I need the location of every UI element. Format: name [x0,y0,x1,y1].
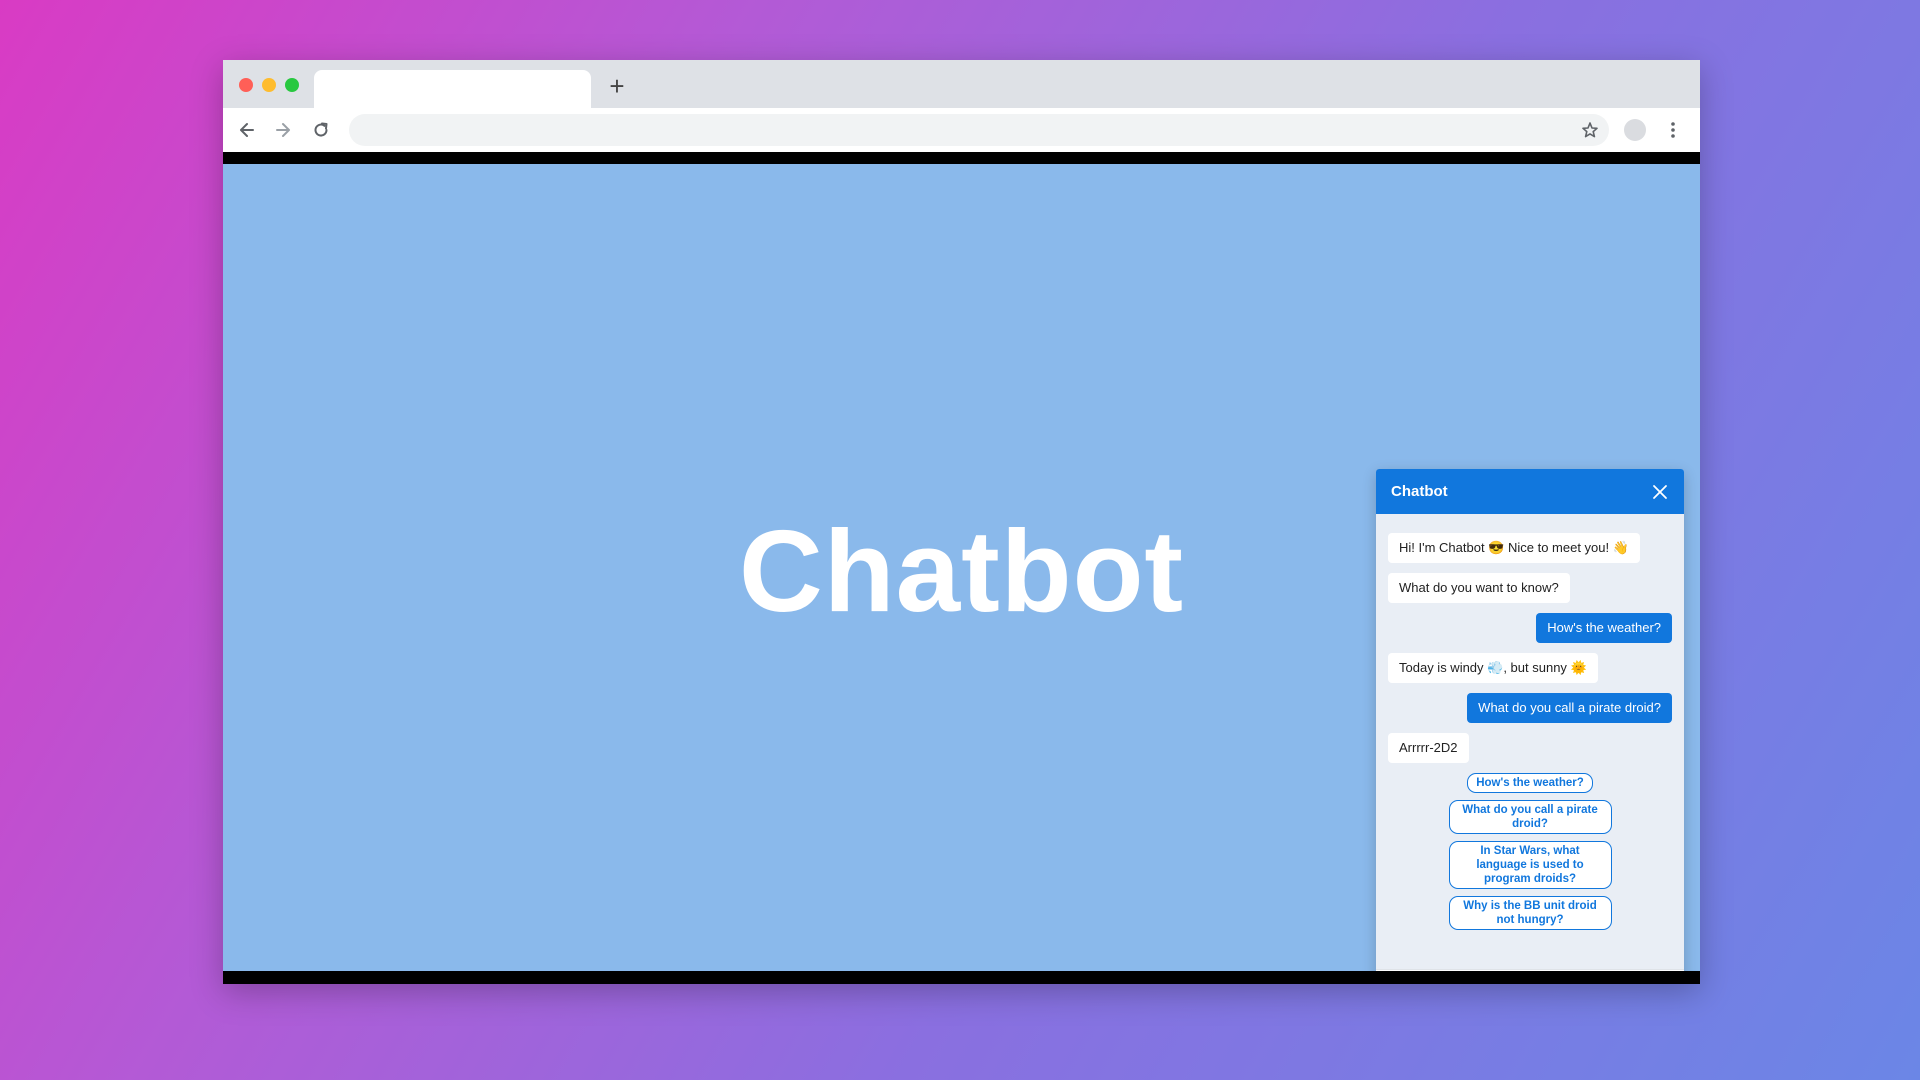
user-message: What do you call a pirate droid? [1467,693,1672,723]
close-window-button[interactable] [239,78,253,92]
new-tab-button[interactable]: + [603,72,631,100]
star-icon [1582,122,1598,138]
browser-toolbar [223,108,1700,152]
quick-reply-droid-language[interactable]: In Star Wars, what language is used to p… [1448,841,1612,889]
reload-button[interactable] [307,116,335,144]
active-tab[interactable] [314,70,591,108]
minimize-window-button[interactable] [262,78,276,92]
quick-reply-bb-unit[interactable]: Why is the BB unit droid not hungry? [1448,896,1612,930]
chatbot-widget: Chatbot Hi! I'm Chatbot 😎 Nice to meet y… [1376,469,1684,984]
bottom-black-bar [223,971,1700,984]
quick-reply-pirate-droid[interactable]: What do you call a pirate droid? [1448,800,1612,834]
maximize-window-button[interactable] [285,78,299,92]
chatbot-close-button[interactable] [1650,482,1670,502]
quick-reply-options: How's the weather? What do you call a pi… [1388,773,1672,930]
chat-message-list: Hi! I'm Chatbot 😎 Nice to meet you! 👋 Wh… [1376,514,1684,930]
page-viewport: Chatbot Chatbot Hi! I'm Chatbot 😎 Nice t… [223,164,1700,984]
user-message: How's the weather? [1536,613,1672,643]
quick-reply-weather[interactable]: How's the weather? [1467,773,1593,793]
close-icon [1653,484,1667,499]
bot-message: Arrrrr-2D2 [1388,733,1469,763]
address-bar[interactable] [349,114,1609,146]
bot-message: What do you want to know? [1388,573,1570,603]
profile-avatar[interactable] [1624,119,1646,141]
forward-button[interactable] [269,116,297,144]
more-vertical-icon [1671,122,1675,138]
arrow-left-icon [240,123,254,137]
chatbot-title: Chatbot [1391,483,1448,500]
bookmark-button[interactable] [1576,116,1604,144]
bot-message: Today is windy 💨, but sunny 🌞 [1388,653,1598,683]
browser-menu-button[interactable] [1663,116,1683,144]
back-button[interactable] [233,116,261,144]
bot-message: Hi! I'm Chatbot 😎 Nice to meet you! 👋 [1388,533,1640,563]
reload-icon [314,122,328,137]
tab-bar: + [223,60,1700,108]
top-black-bar [223,152,1700,164]
chatbot-header: Chatbot [1376,469,1684,514]
arrow-right-icon [276,123,290,137]
browser-window: + Chatbot Chatbot Hi! I'm Chatbot 😎 Nice… [223,60,1700,984]
